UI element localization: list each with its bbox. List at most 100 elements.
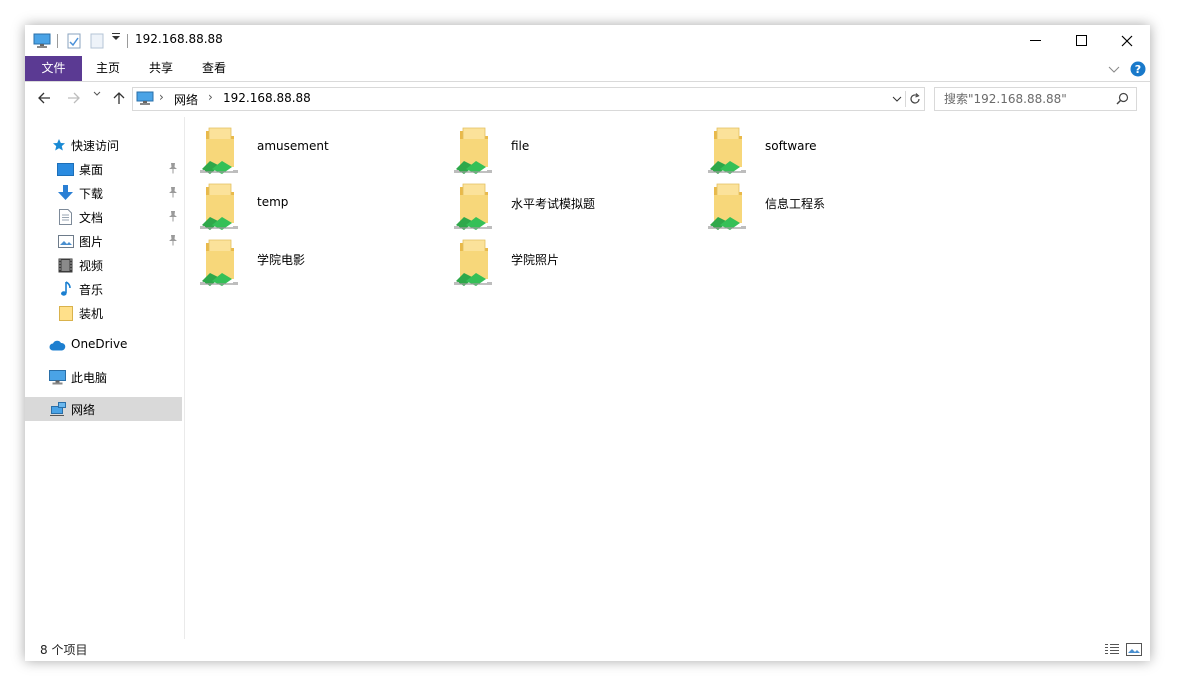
pin-icon[interactable] bbox=[168, 162, 178, 177]
sidebar-item-label: 桌面 bbox=[79, 163, 104, 177]
sidebar-item-downloads[interactable]: 下载 bbox=[25, 181, 182, 205]
sidebar-item-music[interactable]: 音乐 bbox=[25, 277, 182, 301]
picture-icon bbox=[57, 233, 74, 249]
folder-name: file bbox=[511, 139, 530, 153]
sidebar-item-label: 网络 bbox=[71, 403, 96, 417]
download-icon bbox=[57, 185, 74, 201]
sidebar-item-label: 装机 bbox=[79, 307, 104, 321]
shared-folder-icon bbox=[454, 181, 494, 234]
shared-folder-icon bbox=[708, 125, 748, 178]
large-icons-view-icon[interactable] bbox=[1125, 641, 1143, 657]
desktop-icon bbox=[57, 161, 74, 177]
folder-item[interactable]: file bbox=[454, 125, 694, 177]
ribbon: 文件 主页 共享 查看 ? bbox=[25, 56, 1150, 82]
properties-icon[interactable] bbox=[65, 33, 83, 49]
sidebar-item-label: OneDrive bbox=[71, 337, 128, 351]
sidebar-item-label: 下载 bbox=[79, 187, 104, 201]
address-dropdown-icon[interactable] bbox=[890, 88, 904, 110]
minimize-button[interactable] bbox=[1012, 25, 1058, 56]
file-list: amusement file software temp 水平考试模拟题 信息工程系学院电… bbox=[185, 117, 1150, 639]
svg-text:?: ? bbox=[1135, 63, 1141, 76]
pin-icon[interactable] bbox=[168, 234, 178, 249]
folder-name: amusement bbox=[257, 139, 329, 153]
sidebar-item-documents[interactable]: 文档 bbox=[25, 205, 182, 229]
search-box[interactable] bbox=[934, 87, 1137, 111]
window-title: 192.168.88.88 bbox=[135, 32, 223, 46]
recent-locations-dropdown[interactable] bbox=[91, 91, 103, 97]
sidebar-item-label: 图片 bbox=[79, 235, 104, 249]
sidebar-item-label: 快速访问 bbox=[71, 139, 120, 153]
back-button[interactable] bbox=[35, 91, 53, 105]
sidebar-item-label: 音乐 bbox=[79, 283, 104, 297]
details-view-icon[interactable] bbox=[1103, 641, 1121, 657]
folder-item[interactable]: software bbox=[708, 125, 948, 177]
folder-name: software bbox=[765, 139, 817, 153]
shared-folder-icon bbox=[454, 125, 494, 178]
folder-item[interactable]: temp bbox=[200, 181, 440, 233]
refresh-button[interactable] bbox=[906, 88, 924, 110]
status-bar: 8 个项目 bbox=[25, 639, 1150, 661]
tab-home[interactable]: 主页 bbox=[87, 56, 129, 81]
sidebar-item-quick-access[interactable]: 快速访问 bbox=[25, 133, 182, 157]
folder-name: 学院照片 bbox=[511, 253, 560, 267]
breadcrumb-network[interactable]: 网络 bbox=[174, 91, 198, 108]
sidebar-item-label: 文档 bbox=[79, 211, 104, 225]
tab-view[interactable]: 查看 bbox=[193, 56, 235, 81]
pin-icon[interactable] bbox=[168, 186, 178, 201]
search-input[interactable] bbox=[935, 88, 1114, 110]
navigation-pane: 快速访问 桌面 下载 文档 图片 视频 音乐 装机 OneDrive 此电脑 网… bbox=[25, 117, 185, 639]
folder-name: 学院电影 bbox=[257, 253, 306, 267]
close-button[interactable] bbox=[1104, 25, 1150, 56]
computer-icon bbox=[136, 91, 154, 109]
explorer-window: 192.168.88.88 文件 主页 共享 查看 ? › 网络 › 192.1… bbox=[25, 25, 1150, 661]
maximize-button[interactable] bbox=[1058, 25, 1104, 56]
computer-icon[interactable] bbox=[32, 33, 52, 49]
network-icon bbox=[49, 401, 66, 417]
sidebar-item-label: 视频 bbox=[79, 259, 104, 273]
folder-item[interactable]: 学院照片 bbox=[454, 237, 694, 289]
pin-icon[interactable] bbox=[168, 210, 178, 225]
folder-name: temp bbox=[257, 195, 289, 209]
tab-file[interactable]: 文件 bbox=[25, 56, 82, 81]
sidebar-item-network[interactable]: 网络 bbox=[25, 397, 182, 421]
title-bar: 192.168.88.88 bbox=[25, 25, 1150, 56]
breadcrumb-separator-icon[interactable]: › bbox=[208, 90, 213, 104]
document-icon bbox=[57, 209, 74, 225]
folder-name: 水平考试模拟题 bbox=[511, 197, 596, 211]
sidebar-item-desktop[interactable]: 桌面 bbox=[25, 157, 182, 181]
customize-toolbar-dropdown[interactable] bbox=[110, 33, 122, 41]
help-icon[interactable]: ? bbox=[1130, 61, 1146, 80]
search-icon[interactable] bbox=[1116, 92, 1129, 108]
address-bar[interactable]: › 网络 › 192.168.88.88 bbox=[132, 87, 925, 111]
folder-item[interactable]: 信息工程系 bbox=[708, 181, 948, 233]
folder-item[interactable]: amusement bbox=[200, 125, 440, 177]
computer-icon bbox=[49, 369, 66, 385]
sidebar-item-label: 此电脑 bbox=[71, 371, 108, 385]
shared-folder-icon bbox=[200, 125, 240, 178]
new-folder-icon[interactable] bbox=[88, 33, 106, 49]
shared-folder-icon bbox=[200, 181, 240, 234]
folder-item[interactable]: 水平考试模拟题 bbox=[454, 181, 694, 233]
shared-folder-icon bbox=[200, 237, 240, 290]
sidebar-item-install[interactable]: 装机 bbox=[25, 301, 182, 325]
sidebar-item-this-pc[interactable]: 此电脑 bbox=[25, 365, 182, 389]
forward-button[interactable] bbox=[65, 91, 83, 105]
expand-ribbon-icon[interactable] bbox=[1108, 63, 1120, 77]
item-count: 8 个项目 bbox=[40, 643, 88, 657]
tab-share[interactable]: 共享 bbox=[140, 56, 182, 81]
shared-folder-icon bbox=[454, 237, 494, 290]
folder-item[interactable]: 学院电影 bbox=[200, 237, 440, 289]
folder-name: 信息工程系 bbox=[765, 197, 826, 211]
breadcrumb-host[interactable]: 192.168.88.88 bbox=[223, 91, 311, 105]
sidebar-item-pictures[interactable]: 图片 bbox=[25, 229, 182, 253]
folder-icon bbox=[57, 305, 74, 321]
cloud-icon bbox=[49, 337, 66, 353]
star-icon bbox=[50, 137, 67, 153]
video-icon bbox=[57, 257, 74, 273]
breadcrumb-separator-icon[interactable]: › bbox=[159, 90, 164, 104]
sidebar-item-onedrive[interactable]: OneDrive bbox=[25, 333, 182, 357]
navigation-bar: › 网络 › 192.168.88.88 bbox=[25, 82, 1150, 117]
shared-folder-icon bbox=[708, 181, 748, 234]
sidebar-item-videos[interactable]: 视频 bbox=[25, 253, 182, 277]
up-button[interactable] bbox=[110, 91, 128, 105]
